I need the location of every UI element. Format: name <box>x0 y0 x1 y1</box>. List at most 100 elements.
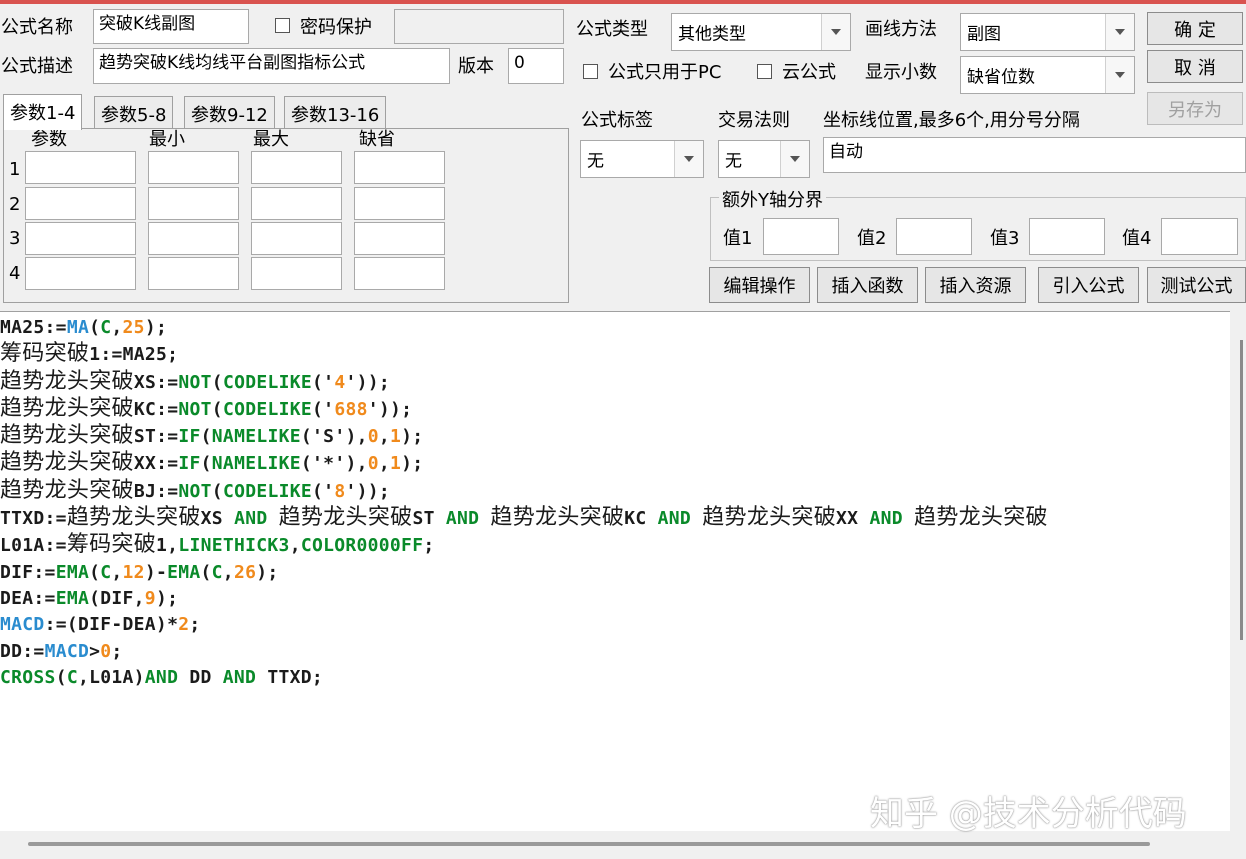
trade-rule-select[interactable]: 无 <box>718 140 810 178</box>
formula-type-select[interactable]: 其他类型 <box>671 13 851 51</box>
confirm-button[interactable]: 确 定 <box>1147 12 1243 45</box>
cancel-button[interactable]: 取 消 <box>1147 50 1243 83</box>
param1-max-input[interactable] <box>251 151 342 184</box>
param-col-name: 参数 <box>31 129 67 150</box>
code-token: 25 <box>122 317 145 338</box>
editor-vertical-scrollbar[interactable] <box>1230 311 1246 831</box>
code-token: IF <box>178 426 201 448</box>
param4-default-input[interactable] <box>354 257 445 290</box>
extra-yaxis-title: 额外Y轴分界 <box>719 186 826 212</box>
code-line: 趋势龙头突破XX:=IF(NAMELIKE('*'),0,1); <box>0 450 1230 477</box>
param1-default-input[interactable] <box>354 151 445 184</box>
code-token: ')); <box>345 480 391 502</box>
code-token: EMA <box>167 561 201 583</box>
coord-line-input[interactable]: 自动 <box>823 137 1246 173</box>
tab-params-13-16[interactable]: 参数13-16 <box>284 96 387 128</box>
draw-method-label: 画线方法 <box>865 19 937 40</box>
code-line: CROSS(C,L01A)AND DD AND TTXD; <box>0 665 1230 691</box>
decimal-label: 显示小数 <box>865 62 937 83</box>
code-token: 1:=MA25; <box>89 344 179 366</box>
chevron-down-icon[interactable] <box>1105 14 1134 50</box>
password-input[interactable] <box>394 9 564 44</box>
param4-max-input[interactable] <box>251 257 342 290</box>
param2-name-input[interactable] <box>25 187 136 220</box>
decimal-value: 缺省位数 <box>967 67 1035 88</box>
code-token: AND <box>222 666 257 688</box>
code-token: DEA:= <box>0 587 56 609</box>
save-as-button[interactable]: 另存为 <box>1147 92 1243 125</box>
formula-code-editor[interactable]: MA25:=MA(C,25); 筹码突破1:=MA25; 趋势龙头突破XS:=NOT… <box>0 311 1230 832</box>
code-token: ( <box>200 453 212 475</box>
code-token: KC <box>624 508 658 530</box>
code-line: L01A:=筹码突破1,LINETHICK3,COLOR0000FF; <box>0 532 1230 559</box>
code-token: 688 <box>334 398 368 420</box>
code-token: TTXD:= <box>0 508 67 530</box>
insert-function-button[interactable]: 插入函数 <box>817 267 918 303</box>
editor-horizontal-scroll-thumb[interactable] <box>28 842 1150 846</box>
version-input[interactable]: 0 <box>508 48 564 84</box>
code-token: ')); <box>367 398 413 420</box>
formula-desc-input[interactable]: 趋势突破K线均线平台副图指标公式 <box>93 48 450 84</box>
pc-only-checkbox[interactable] <box>583 64 598 79</box>
code-token: ')); <box>345 371 391 393</box>
editor-vertical-scroll-thumb[interactable] <box>1240 340 1243 640</box>
import-formula-button[interactable]: 引入公式 <box>1038 267 1139 303</box>
code-token: NOT <box>178 480 212 502</box>
code-token: CROSS <box>0 666 56 688</box>
code-token: ('*'), <box>300 453 368 475</box>
code-token: 0 <box>100 640 112 662</box>
formula-tag-value: 无 <box>587 151 604 172</box>
insert-resource-button[interactable]: 插入资源 <box>925 267 1026 303</box>
param4-min-input[interactable] <box>148 257 239 290</box>
chevron-down-icon[interactable] <box>821 14 850 50</box>
edit-operation-button[interactable]: 编辑操作 <box>709 267 810 303</box>
yaxis-value3-input[interactable] <box>1029 218 1105 255</box>
param1-name-input[interactable] <box>25 151 136 184</box>
param2-min-input[interactable] <box>148 187 239 220</box>
trade-rule-label: 交易法则 <box>718 110 790 131</box>
param-row-label: 1 <box>9 159 21 180</box>
yaxis-value1-input[interactable] <box>763 218 839 255</box>
param3-min-input[interactable] <box>148 222 239 255</box>
code-token: NOT <box>178 398 212 420</box>
tab-params-5-8[interactable]: 参数5-8 <box>94 96 174 128</box>
draw-method-select[interactable]: 副图 <box>960 13 1135 51</box>
pc-only-label: 公式只用于PC <box>608 62 722 83</box>
tab-params-9-12[interactable]: 参数9-12 <box>184 96 275 128</box>
param2-default-input[interactable] <box>354 187 445 220</box>
watermark-text: 知乎 @技术分析代码 <box>870 794 1187 834</box>
decimal-select[interactable]: 缺省位数 <box>960 56 1135 94</box>
code-token: ('S'), <box>300 426 368 448</box>
code-token: 26 <box>233 561 257 583</box>
param3-default-input[interactable] <box>354 222 445 255</box>
param3-name-input[interactable] <box>25 222 136 255</box>
code-token: 1, <box>156 535 179 557</box>
code-line: MA25:=MA(C,25); <box>0 315 1230 341</box>
cloud-formula-checkbox[interactable] <box>757 64 772 79</box>
param2-max-input[interactable] <box>251 187 342 220</box>
window-top-accent <box>0 0 1246 4</box>
code-token: ST:= <box>133 426 179 448</box>
yaxis-value4-input[interactable] <box>1161 218 1238 255</box>
param3-max-input[interactable] <box>251 222 342 255</box>
chevron-down-icon[interactable] <box>1105 57 1134 93</box>
chevron-down-icon[interactable] <box>780 141 809 177</box>
code-line: 筹码突破1:=MA25; <box>0 341 1230 368</box>
yaxis-value2-input[interactable] <box>896 218 972 255</box>
yaxis-value2-label: 值2 <box>857 228 887 249</box>
formula-name-input[interactable]: 突破K线副图 <box>93 9 249 44</box>
test-formula-button[interactable]: 测试公式 <box>1147 267 1246 303</box>
code-token: MA <box>66 317 90 338</box>
code-line: DIF:=EMA(C,12)-EMA(C,26); <box>0 560 1230 586</box>
param1-min-input[interactable] <box>148 151 239 184</box>
chevron-down-icon[interactable] <box>674 141 703 177</box>
password-checkbox[interactable] <box>275 18 290 33</box>
code-token: 8 <box>334 480 346 502</box>
code-token: )- <box>144 561 168 583</box>
code-token: C <box>100 561 112 583</box>
param4-name-input[interactable] <box>25 257 136 290</box>
formula-tag-select[interactable]: 无 <box>580 140 704 178</box>
code-token: DD:= <box>0 640 45 662</box>
tab-params-1-4[interactable]: 参数1-4 <box>3 94 83 130</box>
